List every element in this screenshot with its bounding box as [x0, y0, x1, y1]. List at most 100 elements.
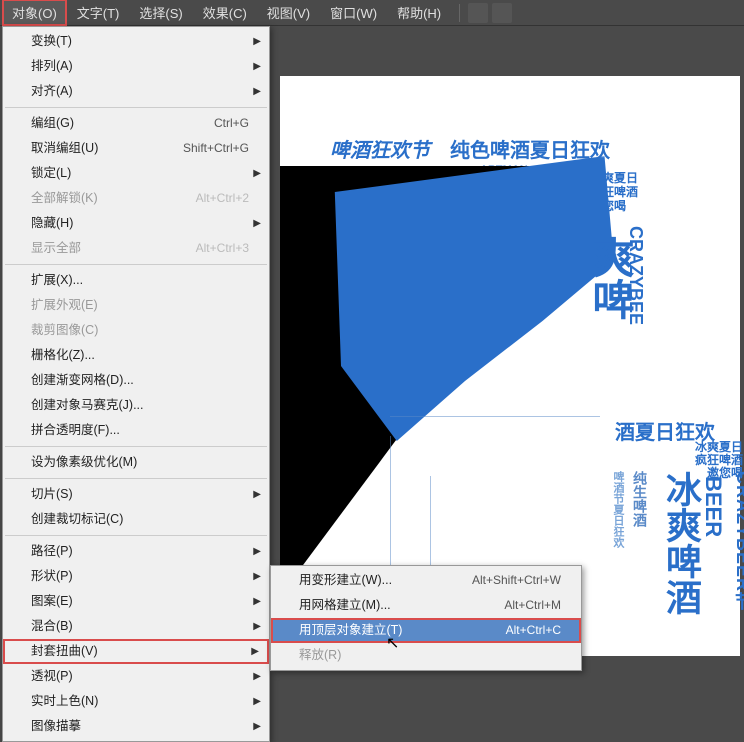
menu-item-label: 实时上色(N)	[31, 693, 98, 710]
menu-item-label: 图像描摹	[31, 718, 81, 735]
submenu-arrow-icon: ▶	[253, 693, 261, 710]
menu-item-5[interactable]: 取消编组(U) Shift+Ctrl+G	[3, 136, 269, 161]
menu-item-label: 创建对象马赛克(J)...	[31, 397, 144, 414]
menu-separator	[5, 446, 267, 447]
menu-item-14[interactable]: 栅格化(Z)...	[3, 343, 269, 368]
menu-item-label: 显示全部	[31, 240, 81, 257]
menu-item-label: 排列(A)	[31, 58, 73, 75]
menu-item-6[interactable]: 锁定(L)▶	[3, 161, 269, 186]
menu-item-26[interactable]: 图案(E) ▶	[3, 589, 269, 614]
menu-separator	[5, 478, 267, 479]
menu-item-15[interactable]: 创建渐变网格(D)...	[3, 368, 269, 393]
menu-item-2[interactable]: 对齐(A) ▶	[3, 79, 269, 104]
menu-help[interactable]: 帮助(H)	[387, 0, 451, 26]
menu-item-7: 全部解锁(K) Alt+Ctrl+2	[3, 186, 269, 211]
submenu-item-3: 释放(R)	[271, 643, 581, 668]
menu-shortcut: Alt+Ctrl+M	[504, 597, 561, 614]
menu-item-label: 扩展外观(E)	[31, 297, 98, 314]
submenu-arrow-icon: ▶	[251, 643, 259, 660]
menu-item-label: 路径(P)	[31, 543, 73, 560]
menu-item-1[interactable]: 排列(A) ▶	[3, 54, 269, 79]
menu-item-13: 裁剪图像(C)	[3, 318, 269, 343]
menubar: 对象(O) 文字(T) 选择(S) 效果(C) 视图(V) 窗口(W) 帮助(H…	[0, 0, 744, 26]
menu-item-28[interactable]: 封套扭曲(V) ▶	[3, 639, 269, 664]
submenu-item-1[interactable]: 用网格建立(M)... Alt+Ctrl+M	[271, 593, 581, 618]
object-menu: 变换(T) ▶ 排列(A) ▶ 对齐(A) ▶ 编组(G) Ctrl+G 取消编组(U) Shif…	[2, 26, 270, 742]
menu-item-12: 扩展外观(E)	[3, 293, 269, 318]
menu-window[interactable]: 窗口(W)	[320, 0, 387, 26]
menu-item-31[interactable]: 图像描摹▶	[3, 714, 269, 739]
menu-item-11[interactable]: 扩展(X)...	[3, 268, 269, 293]
menu-text[interactable]: 文字(T)	[67, 0, 130, 26]
menu-view[interactable]: 视图(V)	[257, 0, 320, 26]
menubar-divider	[459, 4, 460, 22]
menu-shortcut: Shift+Ctrl+G	[183, 140, 249, 157]
submenu-arrow-icon: ▶	[253, 58, 261, 75]
menu-item-label: 变换(T)	[31, 33, 72, 50]
menu-item-label: 封套扭曲(V)	[31, 643, 98, 660]
art-b-small2: 啤酒节夏日狂欢	[610, 471, 626, 548]
menu-item-label: 隐藏(H)	[31, 215, 73, 232]
menu-item-27[interactable]: 混合(B) ▶	[3, 614, 269, 639]
submenu-arrow-icon: ▶	[253, 568, 261, 585]
menu-item-17[interactable]: 拼合透明度(F)...	[3, 418, 269, 443]
art-b-small1: 纯生啤酒	[630, 471, 650, 527]
menu-separator	[5, 535, 267, 536]
menu-item-label: 用变形建立(W)...	[299, 572, 392, 589]
menu-shortcut: Alt+Ctrl+C	[506, 622, 561, 639]
menu-item-25[interactable]: 形状(P)▶	[3, 564, 269, 589]
menu-item-22[interactable]: 创建裁切标记(C)	[3, 507, 269, 532]
menu-item-16[interactable]: 创建对象马赛克(J)...	[3, 393, 269, 418]
menu-item-label: 拼合透明度(F)...	[31, 422, 120, 439]
submenu-arrow-icon: ▶	[253, 593, 261, 610]
submenu-arrow-icon: ▶	[253, 543, 261, 560]
menu-item-21[interactable]: 切片(S)▶	[3, 482, 269, 507]
menu-item-label: 栅格化(Z)...	[31, 347, 95, 364]
submenu-item-0[interactable]: 用变形建立(W)... Alt+Shift+Ctrl+W	[271, 568, 581, 593]
menu-select[interactable]: 选择(S)	[129, 0, 192, 26]
menu-item-24[interactable]: 路径(P) ▶	[3, 539, 269, 564]
menu-separator	[5, 107, 267, 108]
menu-shortcut: Alt+Ctrl+2	[196, 190, 249, 207]
menu-item-label: 创建渐变网格(D)...	[31, 372, 134, 389]
menu-item-label: 全部解锁(K)	[31, 190, 98, 207]
envelope-distort-submenu: 用变形建立(W)... Alt+Shift+Ctrl+W 用网格建立(M)... Al…	[270, 565, 582, 671]
submenu-arrow-icon: ▶	[253, 668, 261, 685]
submenu-arrow-icon: ▶	[253, 618, 261, 635]
toolbar-icon-1[interactable]	[468, 3, 488, 23]
menu-object[interactable]: 对象(O)	[2, 0, 67, 26]
menu-item-label: 用网格建立(M)...	[299, 597, 391, 614]
menu-separator	[5, 264, 267, 265]
menu-item-19[interactable]: 设为像素级优化(M)	[3, 450, 269, 475]
submenu-arrow-icon: ▶	[253, 215, 261, 232]
menu-item-label: 扩展(X)...	[31, 272, 83, 289]
toolbar-icon-2[interactable]	[492, 3, 512, 23]
menu-item-label: 裁剪图像(C)	[31, 322, 98, 339]
menu-item-30[interactable]: 实时上色(N) ▶	[3, 689, 269, 714]
menu-item-label: 释放(R)	[299, 647, 341, 664]
submenu-item-2[interactable]: 用顶层对象建立(T)Alt+Ctrl+C	[271, 618, 581, 643]
menu-item-label: 创建裁切标记(C)	[31, 511, 123, 528]
menu-shortcut: Ctrl+G	[214, 115, 249, 132]
menu-item-label: 图案(E)	[31, 593, 73, 610]
menu-item-label: 混合(B)	[31, 618, 73, 635]
menu-item-8[interactable]: 隐藏(H) ▶	[3, 211, 269, 236]
menu-item-label: 对齐(A)	[31, 83, 73, 100]
menu-effect[interactable]: 效果(C)	[193, 0, 257, 26]
menu-item-label: 编组(G)	[31, 115, 74, 132]
menu-item-label: 取消编组(U)	[31, 140, 98, 157]
art-vertical-side: CRAZYBEE	[625, 226, 646, 325]
menu-item-4[interactable]: 编组(G) Ctrl+G	[3, 111, 269, 136]
art-block2: 酒夏日狂欢 冰爽夏日 疯狂啤酒 邀您喝 冰爽啤酒 BEER CRAZYBEER节…	[600, 416, 744, 656]
menu-item-label: 锁定(L)	[31, 165, 71, 182]
menu-shortcut: Alt+Shift+Ctrl+W	[472, 572, 561, 589]
cursor-icon: ↖	[386, 633, 399, 653]
submenu-arrow-icon: ▶	[253, 33, 261, 50]
menu-item-29[interactable]: 透视(P)▶	[3, 664, 269, 689]
menu-shortcut: Alt+Ctrl+3	[196, 240, 249, 257]
menu-item-0[interactable]: 变换(T) ▶	[3, 29, 269, 54]
menu-item-label: 切片(S)	[31, 486, 73, 503]
art-b-beer: BEER	[700, 476, 726, 537]
menu-item-label: 设为像素级优化(M)	[31, 454, 137, 471]
submenu-arrow-icon: ▶	[253, 83, 261, 100]
